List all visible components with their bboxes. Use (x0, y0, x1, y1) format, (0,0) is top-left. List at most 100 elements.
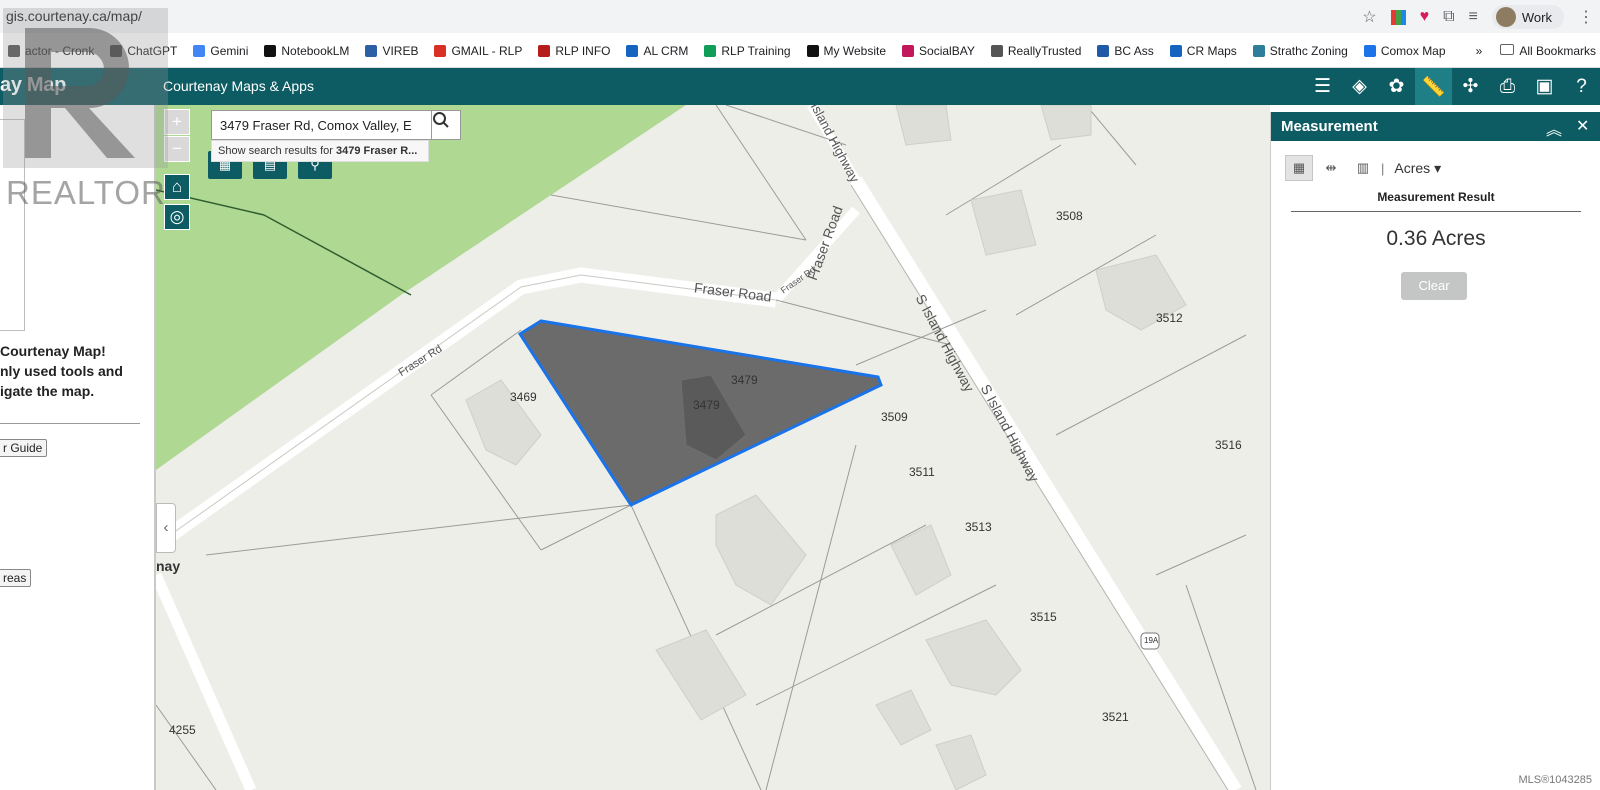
home-icon[interactable]: ⌂ (164, 174, 190, 200)
extensions-puzzle-icon[interactable]: ⧉ (1443, 8, 1454, 26)
bookmark-label: VIREB (382, 43, 419, 58)
rlp-icon (538, 44, 551, 57)
realtor-watermark-text: REALTOR (6, 174, 166, 211)
app-title[interactable]: Courtenay Maps & Apps (163, 78, 314, 94)
avatar (1495, 7, 1516, 27)
measure-icon[interactable]: 📏 (1415, 68, 1452, 105)
mls-number: MLS®1043285 (1518, 774, 1592, 786)
lot-label: 3516 (1215, 438, 1242, 452)
measurement-title: Measurement (1281, 118, 1378, 135)
bookmark-item[interactable]: RLP INFO (530, 44, 618, 58)
app-toolbar: ☰ ◈ ✿ 📏 ✣ ⎙ ▣ ? (1304, 68, 1600, 105)
comox-icon (1363, 44, 1376, 57)
vireb-icon (365, 44, 378, 57)
minimize-icon[interactable]: ︽ (1546, 116, 1562, 140)
bookmark-item[interactable]: RLP Training (696, 44, 798, 58)
user-guide-button[interactable]: r Guide (0, 439, 48, 457)
more-bookmarks-button[interactable]: » (1476, 44, 1483, 58)
window-icon[interactable]: ▣ (1526, 68, 1563, 105)
divider (0, 423, 140, 424)
bookmark-item[interactable]: ReallyTrusted (983, 44, 1090, 58)
bookmark-item[interactable]: BC Ass (1089, 44, 1161, 58)
help-icon[interactable]: ? (1563, 68, 1600, 105)
suggestion-prefix: Show search results for (218, 145, 336, 157)
building-footprints (465, 105, 1187, 790)
welcome-text: Courtenay Map! nly used tools and igate … (0, 341, 150, 401)
bookmark-item[interactable]: VIREB (357, 44, 426, 58)
lot-label: 3469 (510, 390, 537, 404)
map-view[interactable]: Fraser Road Fraser Rd Fraser Rd Fraser R… (156, 105, 1270, 790)
bookmark-label: SocialBAY (919, 43, 975, 58)
bookmark-label: My Website (823, 43, 887, 58)
bc-icon (1097, 44, 1110, 57)
bookmark-label: Gemini (210, 43, 249, 58)
lot-label: 3479 (693, 398, 720, 412)
close-icon[interactable]: ✕ (1576, 116, 1589, 136)
bookmark-item[interactable]: Strathc Zoning (1245, 44, 1356, 58)
bookmark-item[interactable]: My Website (799, 44, 894, 58)
bookmark-item[interactable]: Gemini (185, 44, 256, 58)
search-button[interactable] (431, 110, 461, 140)
reallytrusted-icon (990, 44, 1003, 57)
lot-label: 3512 (1156, 311, 1183, 325)
areas-button[interactable]: reas (0, 569, 32, 587)
bookmark-item[interactable]: CR Maps (1162, 44, 1245, 58)
suggestion-bold: 3479 Fraser R... (336, 145, 418, 157)
bookmark-label: Strathc Zoning (1269, 43, 1348, 58)
divider (1291, 211, 1581, 212)
reading-list-icon[interactable]: ≡ (1469, 8, 1478, 26)
heart-extension-icon[interactable]: ♥ (1420, 8, 1430, 26)
bookmark-item[interactable]: AL CRM (618, 44, 696, 58)
person-icon (626, 44, 639, 57)
bookmark-item[interactable]: GMAIL - RLP (426, 44, 530, 58)
browser-toolbar-icons: ☆ ♥ ⧉ ≡ Work ⋮ (1362, 4, 1594, 30)
crmaps-icon (1169, 44, 1182, 57)
zoning-icon (1252, 44, 1265, 57)
kebab-menu-icon[interactable]: ⋮ (1578, 7, 1594, 27)
folder-icon (1500, 43, 1515, 55)
welcome-line: nly used tools and (0, 363, 123, 379)
location-tool-icon[interactable]: ▥ (1349, 155, 1377, 181)
measurement-header: Measurement ︽ ✕ (1271, 112, 1600, 141)
distance-tool-icon[interactable]: ⇹ (1317, 155, 1345, 181)
bookmark-label: Comox Map (1380, 43, 1446, 58)
lot-label: 4255 (169, 723, 196, 737)
bookmark-item[interactable]: NotebookLM (256, 44, 357, 58)
basemap-icon[interactable]: ✿ (1378, 68, 1415, 105)
bookmark-item[interactable]: SocialBAY (894, 44, 983, 58)
profile-chip[interactable]: Work (1491, 5, 1564, 29)
print-icon[interactable]: ⎙ (1489, 68, 1526, 105)
lot-label: 3511 (909, 465, 935, 479)
bookmark-label: AL CRM (643, 43, 689, 58)
bookmark-star-icon[interactable]: ☆ (1362, 7, 1376, 27)
extension-icon[interactable] (1390, 9, 1406, 25)
gmail-icon (434, 44, 447, 57)
collapse-panel-button[interactable]: ‹ (156, 503, 176, 553)
unit-select[interactable]: Acres ▾ (1394, 160, 1441, 177)
map-canvas (156, 105, 1257, 790)
layers-icon[interactable]: ◈ (1341, 68, 1378, 105)
lot-label: 3515 (1030, 610, 1057, 624)
lot-label: 3479 (731, 373, 758, 387)
welcome-line: igate the map. (0, 383, 95, 399)
lot-label: 3521 (1102, 710, 1129, 724)
measurement-result-title: Measurement Result (1377, 190, 1495, 204)
map-caption: nay (156, 558, 181, 574)
search-input[interactable] (212, 111, 430, 139)
search-suggestion[interactable]: Show search results for 3479 Fraser R... (211, 140, 429, 162)
bookmark-list: actor - CronkChatGPTGeminiNotebookLMVIRE… (0, 33, 1454, 68)
left-road (156, 572, 257, 790)
clear-button[interactable]: Clear (1401, 272, 1467, 300)
bookmark-label: CR Maps (1186, 43, 1237, 58)
bookmark-item[interactable]: Comox Map (1356, 44, 1454, 58)
lot-label: 3513 (965, 520, 992, 534)
share-icon[interactable]: ✣ (1452, 68, 1489, 105)
bookmark-label: RLP Training (721, 43, 791, 58)
measurement-tools: ▦ ⇹ ▥ | Acres ▾ (1285, 154, 1441, 182)
locate-icon[interactable]: ◎ (164, 204, 190, 230)
area-tool-icon[interactable]: ▦ (1285, 155, 1313, 181)
realtor-logo-watermark (3, 8, 168, 168)
drive-icon (704, 44, 717, 57)
layer-list-icon[interactable]: ☰ (1304, 68, 1341, 105)
all-bookmarks-button[interactable]: All Bookmarks (1500, 43, 1596, 58)
